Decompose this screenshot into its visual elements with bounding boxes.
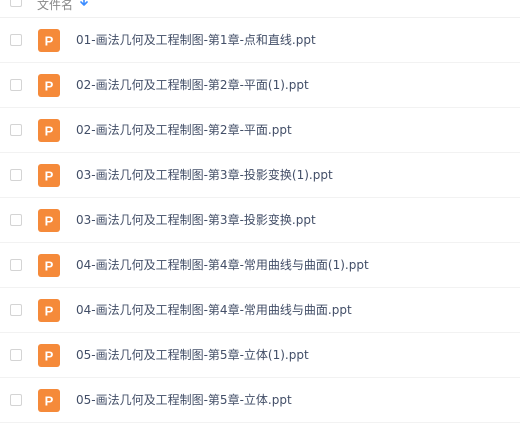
- file-name[interactable]: 02-画法几何及工程制图-第2章-平面.ppt: [76, 122, 292, 138]
- file-name[interactable]: 04-画法几何及工程制图-第4章-常用曲线与曲面(1).ppt: [76, 257, 369, 273]
- file-row[interactable]: P 03-画法几何及工程制图-第3章-投影变换.ppt: [0, 198, 520, 243]
- svg-text:P: P: [45, 394, 54, 409]
- svg-text:P: P: [45, 124, 54, 139]
- select-all-checkbox[interactable]: [10, 0, 22, 7]
- file-name[interactable]: 05-画法几何及工程制图-第5章-立体(1).ppt: [76, 347, 309, 363]
- sort-arrow-icon[interactable]: [79, 0, 89, 6]
- file-checkbox[interactable]: [10, 79, 22, 91]
- file-row[interactable]: P 05-画法几何及工程制图-第5章-立体.ppt: [0, 378, 520, 423]
- file-row[interactable]: P 02-画法几何及工程制图-第2章-平面(1).ppt: [0, 63, 520, 108]
- ppt-file-icon: P: [38, 74, 60, 97]
- file-checkbox[interactable]: [10, 124, 22, 136]
- ppt-file-icon: P: [38, 29, 60, 52]
- svg-text:P: P: [45, 34, 54, 49]
- file-checkbox[interactable]: [10, 34, 22, 46]
- file-list-header: 文件名: [0, 0, 520, 18]
- file-row[interactable]: P 05-画法几何及工程制图-第5章-立体(1).ppt: [0, 333, 520, 378]
- file-row[interactable]: P 02-画法几何及工程制图-第2章-平面.ppt: [0, 108, 520, 153]
- svg-text:P: P: [45, 79, 54, 94]
- file-name[interactable]: 02-画法几何及工程制图-第2章-平面(1).ppt: [76, 77, 309, 93]
- file-row[interactable]: P 04-画法几何及工程制图-第4章-常用曲线与曲面.ppt: [0, 288, 520, 333]
- ppt-file-icon: P: [38, 254, 60, 277]
- file-checkbox[interactable]: [10, 349, 22, 361]
- ppt-file-icon: P: [38, 209, 60, 232]
- file-row[interactable]: P 01-画法几何及工程制图-第1章-点和直线.ppt: [0, 18, 520, 63]
- svg-text:P: P: [45, 259, 54, 274]
- file-rows: P 01-画法几何及工程制图-第1章-点和直线.ppt P 02-画法几何及工程…: [0, 18, 520, 423]
- file-name[interactable]: 05-画法几何及工程制图-第5章-立体.ppt: [76, 392, 292, 408]
- svg-text:P: P: [45, 169, 54, 184]
- svg-text:P: P: [45, 304, 54, 319]
- file-name[interactable]: 03-画法几何及工程制图-第3章-投影变换(1).ppt: [76, 167, 333, 183]
- file-name[interactable]: 04-画法几何及工程制图-第4章-常用曲线与曲面.ppt: [76, 302, 352, 318]
- ppt-file-icon: P: [38, 344, 60, 367]
- ppt-file-icon: P: [38, 299, 60, 322]
- svg-text:P: P: [45, 214, 54, 229]
- file-checkbox[interactable]: [10, 259, 22, 271]
- file-row[interactable]: P 04-画法几何及工程制图-第4章-常用曲线与曲面(1).ppt: [0, 243, 520, 288]
- ppt-file-icon: P: [38, 119, 60, 142]
- file-row[interactable]: P 03-画法几何及工程制图-第3章-投影变换(1).ppt: [0, 153, 520, 198]
- file-checkbox[interactable]: [10, 304, 22, 316]
- svg-text:P: P: [45, 349, 54, 364]
- file-checkbox[interactable]: [10, 169, 22, 181]
- file-name[interactable]: 01-画法几何及工程制图-第1章-点和直线.ppt: [76, 32, 316, 48]
- file-list: 文件名 P 01-画法几何及工程制图-第1章-点和直线.ppt P 02-画法几…: [0, 0, 520, 432]
- ppt-file-icon: P: [38, 389, 60, 412]
- file-name[interactable]: 03-画法几何及工程制图-第3章-投影变换.ppt: [76, 212, 316, 228]
- ppt-file-icon: P: [38, 164, 60, 187]
- file-checkbox[interactable]: [10, 214, 22, 226]
- file-checkbox[interactable]: [10, 394, 22, 406]
- filename-column-header[interactable]: 文件名: [37, 0, 73, 13]
